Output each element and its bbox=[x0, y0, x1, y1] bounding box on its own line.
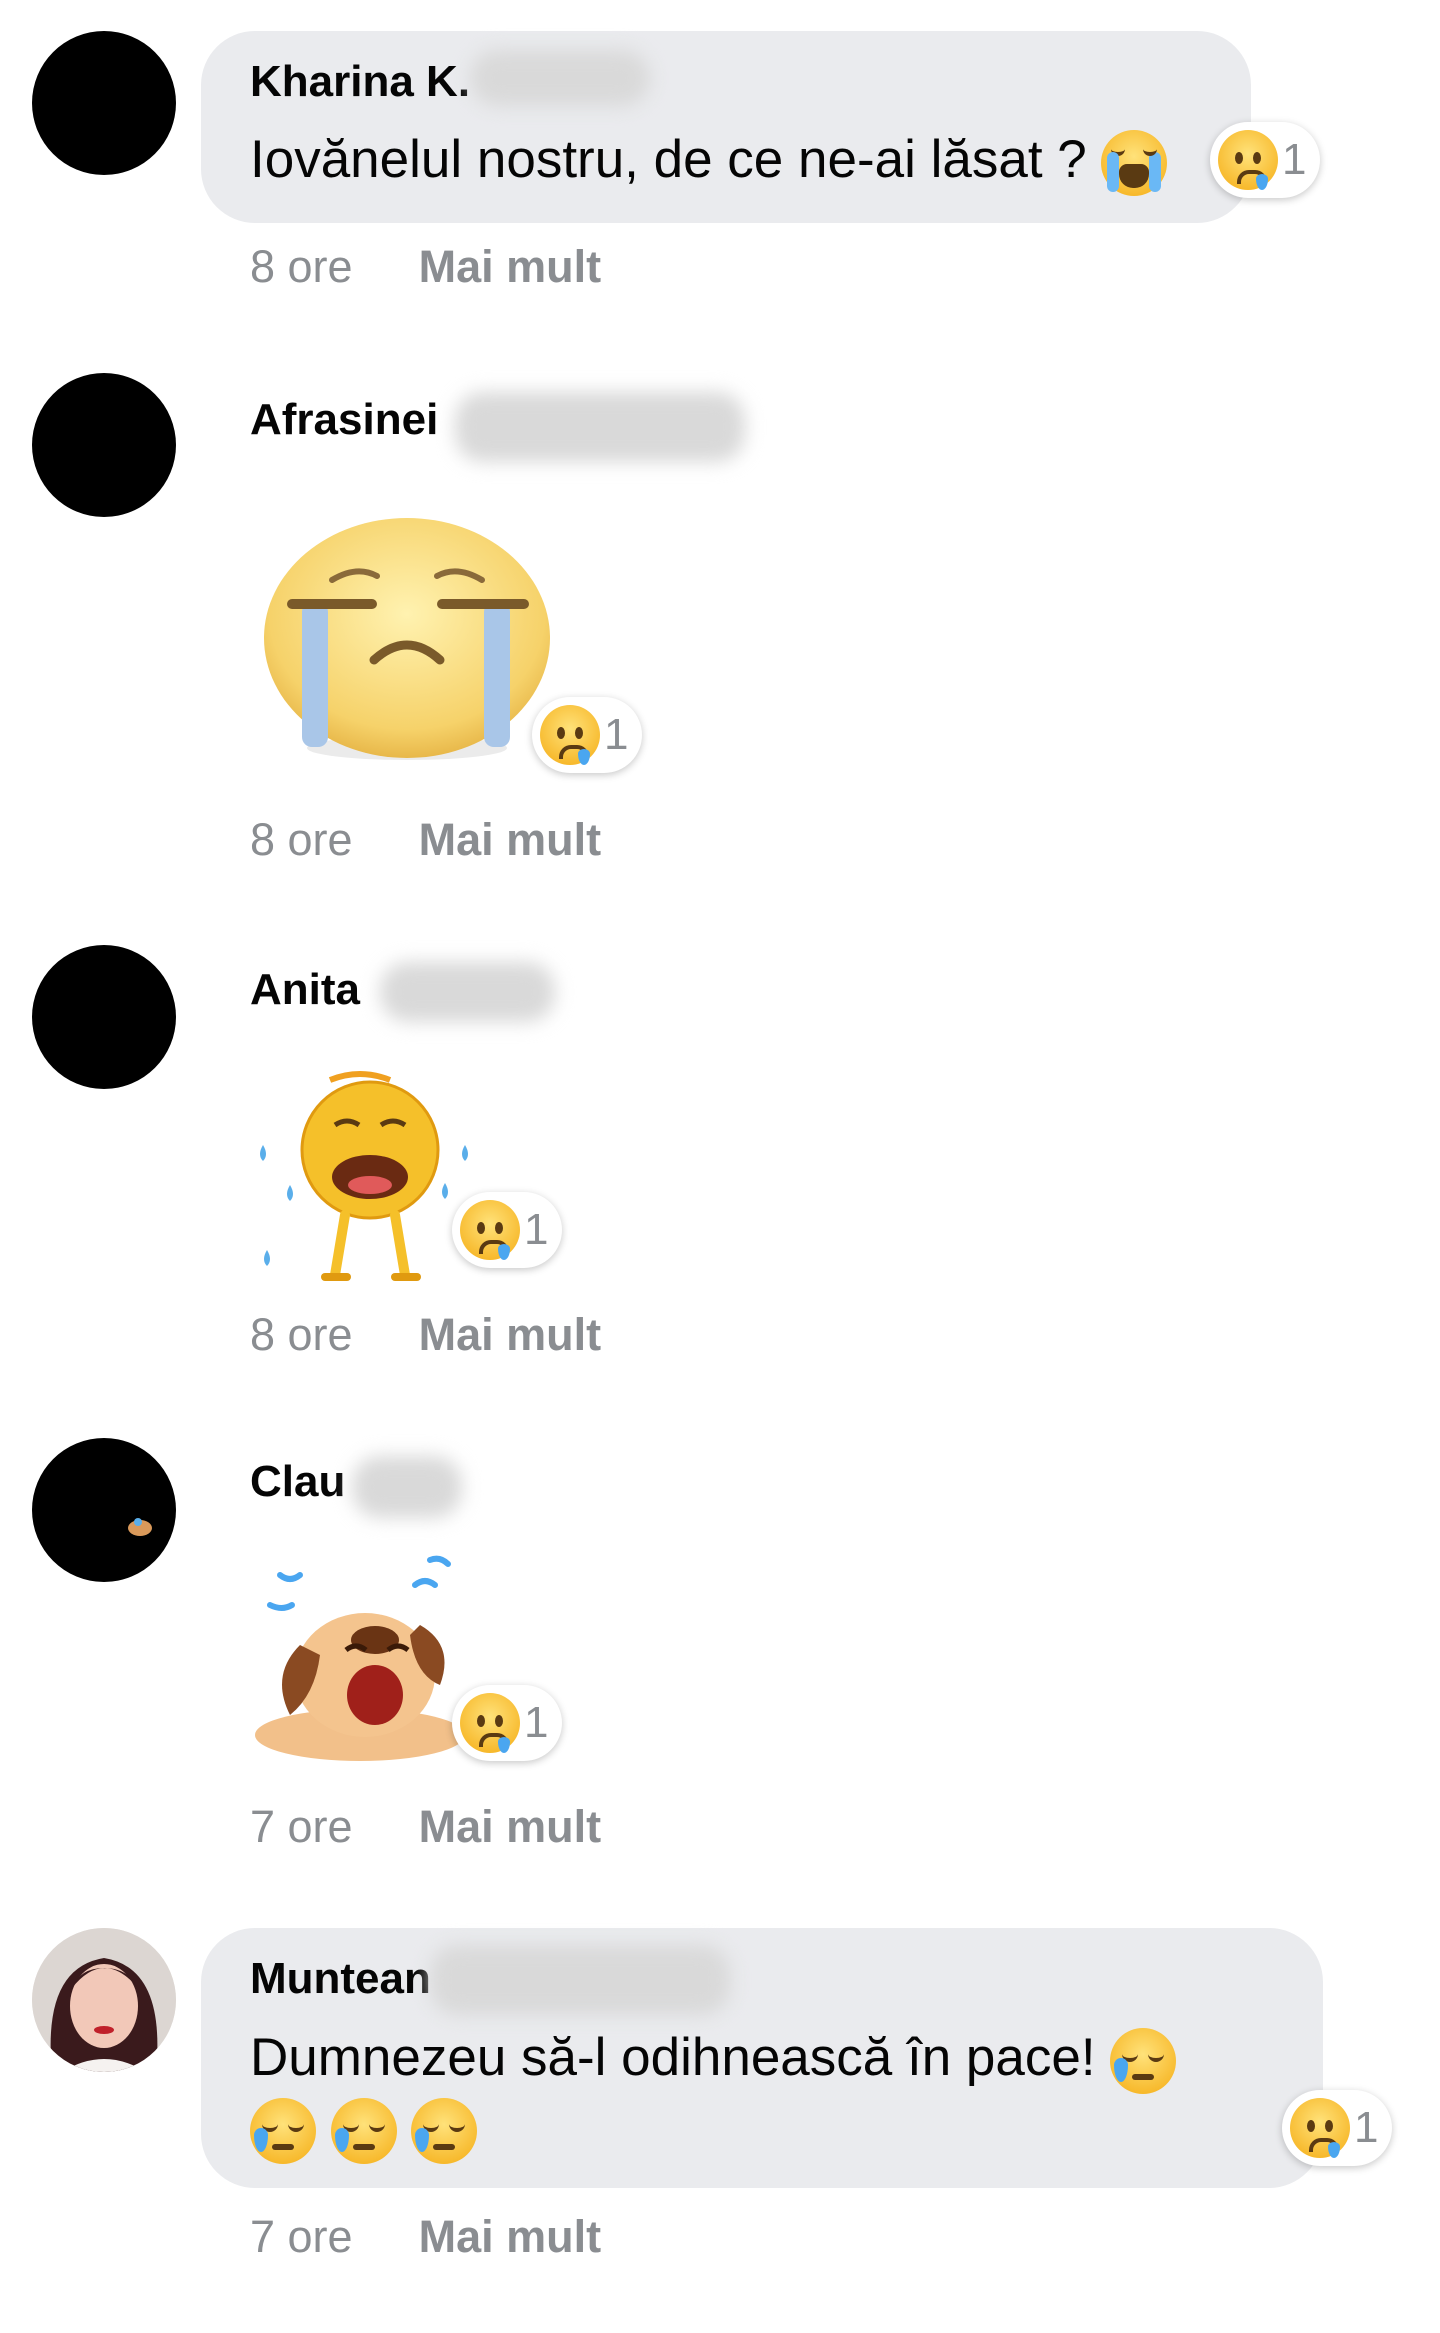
profile-photo bbox=[32, 1928, 176, 2072]
author-name[interactable]: Afrasinei bbox=[250, 394, 438, 446]
sleepy-face-icon bbox=[1110, 2028, 1177, 2094]
crying-face-icon bbox=[460, 1200, 520, 1260]
timestamp[interactable]: 8 ore bbox=[250, 240, 353, 294]
comment-meta: 8 ore Mai mult bbox=[250, 240, 601, 294]
more-button[interactable]: Mai mult bbox=[419, 1308, 602, 1362]
redacted-name bbox=[470, 50, 650, 106]
comment-emoji-line bbox=[250, 2095, 478, 2164]
comment-meta: 7 ore Mai mult bbox=[250, 2210, 601, 2264]
comment-text: Dumnezeu să-l odihnească în pace! bbox=[250, 2025, 1177, 2094]
avatar[interactable] bbox=[32, 1438, 176, 1582]
redacted-name bbox=[430, 1945, 730, 2015]
avatar[interactable] bbox=[32, 945, 176, 1089]
author-name[interactable]: Muntean bbox=[250, 1953, 431, 2005]
reaction-pill[interactable]: 1 bbox=[452, 1192, 563, 1268]
redacted-name bbox=[455, 392, 745, 462]
author-name[interactable]: Kharina K. bbox=[250, 56, 470, 108]
more-button[interactable]: Mai mult bbox=[419, 240, 602, 294]
redacted-name bbox=[352, 1456, 462, 1518]
crying-emoji-character-sticker[interactable] bbox=[255, 1065, 485, 1295]
more-button[interactable]: Mai mult bbox=[419, 813, 602, 867]
crying-face-icon bbox=[1218, 130, 1278, 190]
comment-meta: 7 ore Mai mult bbox=[250, 1800, 601, 1854]
sleepy-face-icon bbox=[330, 2098, 397, 2164]
reaction-count: 1 bbox=[1354, 2103, 1379, 2152]
author-name[interactable]: Anita bbox=[250, 964, 360, 1016]
crying-face-icon bbox=[460, 1693, 520, 1753]
reaction-count: 1 bbox=[604, 710, 629, 759]
big-crying-face-sticker[interactable] bbox=[262, 510, 562, 770]
avatar[interactable] bbox=[32, 31, 176, 175]
loudly-crying-face-icon bbox=[1101, 130, 1168, 196]
comment-meta: 8 ore Mai mult bbox=[250, 1308, 601, 1362]
author-name[interactable]: Clau bbox=[250, 1456, 345, 1508]
timestamp[interactable]: 8 ore bbox=[250, 1308, 353, 1362]
avatar-dog-icon bbox=[128, 1518, 152, 1536]
crying-face-icon bbox=[1290, 2098, 1350, 2158]
redacted-name bbox=[380, 962, 555, 1022]
comment-meta: 8 ore Mai mult bbox=[250, 813, 601, 867]
reaction-pill[interactable]: 1 bbox=[1210, 122, 1321, 198]
sleepy-face-icon bbox=[250, 2098, 316, 2164]
timestamp[interactable]: 8 ore bbox=[250, 813, 353, 867]
reaction-pill[interactable]: 1 bbox=[532, 697, 643, 773]
sleepy-face-icon bbox=[411, 2098, 478, 2164]
reaction-count: 1 bbox=[524, 1698, 549, 1747]
more-button[interactable]: Mai mult bbox=[419, 1800, 602, 1854]
timestamp[interactable]: 7 ore bbox=[250, 2210, 353, 2264]
reaction-pill[interactable]: 1 bbox=[452, 1685, 563, 1761]
reaction-count: 1 bbox=[524, 1205, 549, 1254]
avatar[interactable] bbox=[32, 373, 176, 517]
crying-face-icon bbox=[540, 705, 600, 765]
reaction-pill[interactable]: 1 bbox=[1282, 2090, 1393, 2166]
timestamp[interactable]: 7 ore bbox=[250, 1800, 353, 1854]
reaction-count: 1 bbox=[1282, 135, 1307, 184]
more-button[interactable]: Mai mult bbox=[419, 2210, 602, 2264]
avatar[interactable] bbox=[32, 1928, 176, 2072]
comment-text: Iovănelul nostru, de ce ne-ai lăsat ? bbox=[250, 127, 1168, 196]
